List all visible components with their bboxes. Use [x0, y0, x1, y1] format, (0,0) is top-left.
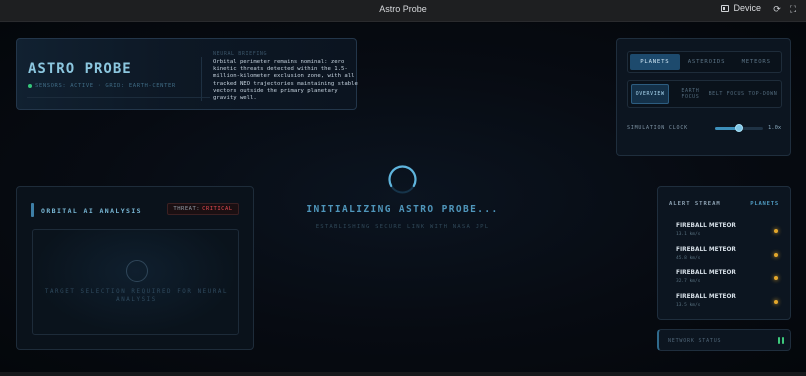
simulation-clock-label: SIMULATION CLOCK [627, 125, 688, 131]
network-status-panel: NETWORK STATUS [657, 329, 791, 351]
view-overview[interactable]: OVERVIEW [631, 84, 670, 104]
app-viewport: ASTRO PROBE SENSORS: ACTIVE · GRID: EART… [0, 23, 806, 372]
device-icon [721, 4, 730, 12]
alert-stream-panel: ALERT STREAM PLANETS FIREBALL METEOR 13.… [657, 186, 791, 320]
alert-indicator-icon [774, 253, 778, 257]
simulation-clock-slider[interactable] [715, 124, 763, 132]
loading-title: INITIALIZING ASTRO PROBE... [306, 204, 499, 215]
view-tabs: OVERVIEW EARTH FOCUS BELT FOCUS TOP-DOWN [627, 80, 782, 108]
tab-meteors[interactable]: METEORS [731, 52, 781, 72]
alert-item[interactable]: FIREBALL METEOR 45.8 km/s [670, 247, 782, 267]
tab-planets[interactable]: PLANETS [630, 54, 680, 70]
window-titlebar: Astro Probe Device ⟳ ⛶ [0, 0, 806, 22]
briefing-label: NEURAL BRIEFING [213, 51, 268, 57]
sensor-status: SENSORS: ACTIVE · GRID: EARTH-CENTER [28, 83, 176, 89]
alert-name: FIREBALL METEOR [676, 270, 736, 276]
alert-item[interactable]: FIREBALL METEOR 13.1 km/s [670, 223, 782, 243]
accent-bar [31, 203, 34, 217]
alert-indicator-icon [774, 276, 778, 280]
target-viewport[interactable]: TARGET SELECTION REQUIRED FOR NEURAL ANA… [32, 229, 239, 335]
sensor-status-text: SENSORS: ACTIVE · GRID: EARTH-CENTER [35, 83, 176, 89]
alert-indicator-icon [774, 300, 778, 304]
network-status-label: NETWORK STATUS [668, 338, 722, 344]
view-earth-focus[interactable]: EARTH FOCUS [672, 81, 708, 107]
divider [201, 57, 202, 101]
control-panel: PLANETS ASTEROIDS METEORS OVERVIEW EARTH… [616, 38, 791, 156]
loading-subtitle: ESTABLISHING SECURE LINK WITH NASA JPL [315, 224, 490, 230]
window-title: Astro Probe [379, 4, 427, 14]
category-tabs: PLANETS ASTEROIDS METEORS [627, 51, 782, 73]
divider [27, 97, 210, 98]
alert-name: FIREBALL METEOR [676, 247, 736, 253]
threat-label: THREAT: [173, 206, 201, 212]
target-reticle-icon [126, 260, 148, 282]
target-prompt: TARGET SELECTION REQUIRED FOR NEURAL ANA… [44, 289, 229, 303]
view-earth-focus-label: EARTH FOCUS [681, 87, 700, 101]
app-logo: ASTRO PROBE [28, 61, 132, 77]
alert-item[interactable]: FIREBALL METEOR 13.5 km/s [670, 294, 782, 314]
alert-speed: 45.8 km/s [676, 256, 701, 261]
view-belt-focus[interactable]: BELT FOCUS [709, 81, 745, 107]
alert-item[interactable]: FIREBALL METEOR 32.7 km/s [670, 270, 782, 290]
alert-indicator-icon [774, 229, 778, 233]
bottom-bar [0, 372, 806, 376]
alert-speed: 32.7 km/s [676, 279, 701, 284]
threat-level: CRITICAL [202, 206, 233, 212]
alert-stream-filter[interactable]: PLANETS [750, 201, 779, 207]
tab-asteroids[interactable]: ASTEROIDS [682, 52, 732, 72]
simulation-clock-value: 1.0x [768, 125, 782, 131]
status-dot-icon [28, 84, 32, 88]
briefing-text: Orbital perimeter remains nominal: zero … [213, 59, 358, 102]
alert-name: FIREBALL METEOR [676, 223, 736, 229]
brand-panel: ASTRO PROBE SENSORS: ACTIVE · GRID: EART… [16, 38, 358, 110]
loading-spinner-icon [388, 165, 417, 194]
alert-stream-title: ALERT STREAM [669, 201, 721, 207]
alert-speed: 13.5 km/s [676, 303, 701, 308]
device-toggle[interactable]: Device [721, 3, 761, 13]
ai-analysis-title: ORBITAL AI ANALYSIS [41, 207, 142, 215]
device-label: Device [733, 3, 761, 13]
signal-bar-icon [782, 337, 784, 344]
alert-speed: 13.1 km/s [676, 232, 701, 237]
slider-thumb[interactable] [735, 124, 743, 132]
signal-bar-icon [778, 337, 780, 344]
threat-badge: THREAT: CRITICAL [167, 203, 239, 215]
fullscreen-icon[interactable]: ⛶ [788, 5, 798, 15]
refresh-icon[interactable]: ⟳ [772, 5, 782, 15]
view-top-down[interactable]: TOP-DOWN [745, 81, 781, 107]
alert-name: FIREBALL METEOR [676, 294, 736, 300]
ai-analysis-panel: ORBITAL AI ANALYSIS THREAT: CRITICAL TAR… [16, 186, 254, 350]
